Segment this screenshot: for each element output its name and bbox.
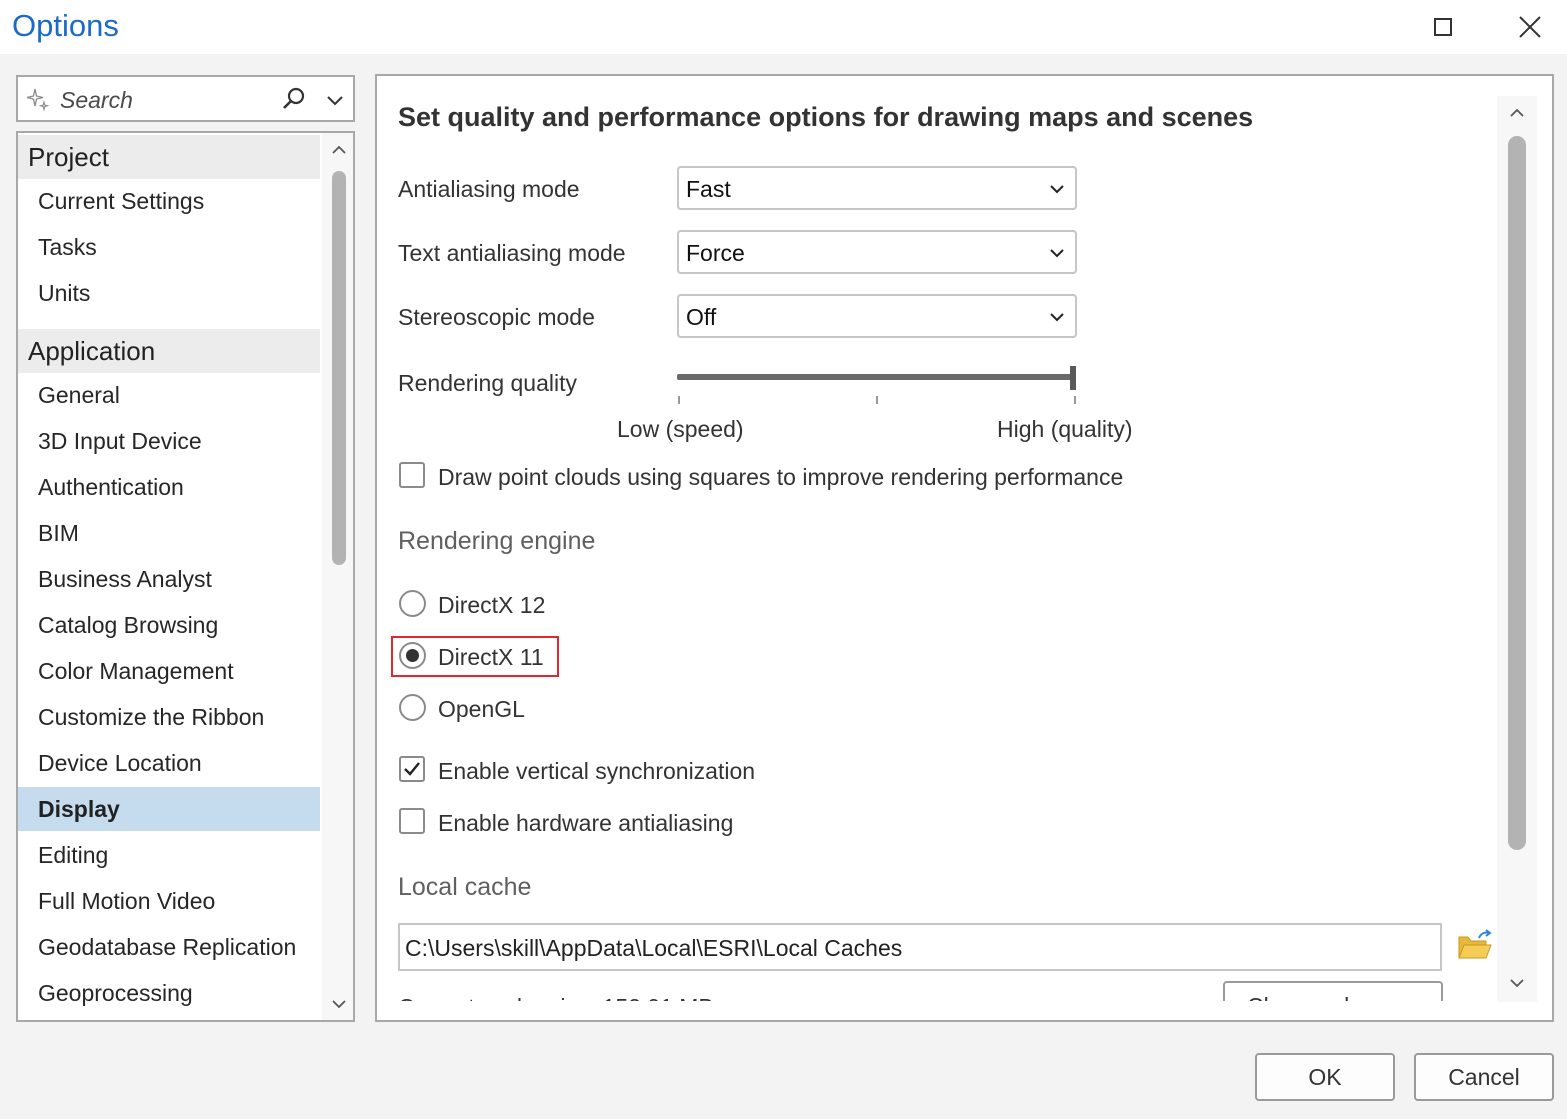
nav-item-geoprocessing[interactable]: Geoprocessing	[18, 971, 320, 1015]
slider-high-label: High (quality)	[997, 416, 1133, 442]
text-antialiasing-mode-value: Force	[686, 240, 745, 266]
nav-item-catalog-browsing[interactable]: Catalog Browsing	[18, 603, 320, 647]
nav-item-authentication[interactable]: Authentication	[18, 465, 320, 509]
nav-group-project[interactable]: Project	[18, 135, 320, 179]
nav-item-tasks[interactable]: Tasks	[18, 225, 320, 269]
scroll-clip	[377, 1001, 1497, 1020]
directx-12-label[interactable]: DirectX 12	[438, 592, 545, 619]
chevron-down-icon	[1050, 185, 1064, 194]
radio-directx-12[interactable]	[399, 590, 426, 617]
chevron-down-icon	[1050, 249, 1064, 258]
nav-item-color-management[interactable]: Color Management	[18, 649, 320, 693]
nav-item-general[interactable]: General	[18, 373, 320, 417]
slider-tick	[678, 396, 680, 404]
point-clouds-checkbox[interactable]	[399, 462, 425, 488]
close-icon	[1519, 16, 1541, 38]
nav-item-3d-input-device[interactable]: 3D Input Device	[18, 419, 320, 463]
vsync-label[interactable]: Enable vertical synchronization	[438, 758, 755, 785]
ok-button[interactable]: OK	[1255, 1053, 1395, 1101]
antialiasing-mode-value: Fast	[686, 176, 731, 202]
stereoscopic-mode-dropdown[interactable]: Off	[677, 294, 1077, 338]
hw-antialiasing-checkbox[interactable]	[399, 808, 425, 834]
nav-item-full-motion-video[interactable]: Full Motion Video	[18, 879, 320, 923]
chevron-up-icon[interactable]	[1506, 102, 1528, 124]
rendering-engine-heading: Rendering engine	[398, 527, 596, 555]
search-box[interactable]: Search	[16, 75, 355, 122]
nav-item-geodatabase-replication[interactable]: Geodatabase Replication	[18, 925, 320, 969]
local-cache-path: C:\Users\skill\AppData\Local\ESRI\Local …	[405, 935, 903, 961]
slider-low-label: Low (speed)	[617, 416, 744, 442]
checkmark-icon	[404, 762, 420, 776]
nav-scrollbar[interactable]	[322, 133, 353, 1020]
text-antialiasing-mode-dropdown[interactable]: Force	[677, 230, 1077, 274]
stereoscopic-mode-value: Off	[686, 304, 717, 330]
dialog-title: Options	[12, 8, 119, 43]
text-antialiasing-mode-label: Text antialiasing mode	[398, 240, 626, 266]
nav-item-business-analyst[interactable]: Business Analyst	[18, 557, 320, 601]
antialiasing-mode-dropdown[interactable]: Fast	[677, 166, 1077, 210]
slider-tick	[876, 396, 878, 404]
nav-item-device-location[interactable]: Device Location	[18, 741, 320, 785]
antialiasing-mode-label: Antialiasing mode	[398, 176, 580, 202]
maximize-button[interactable]	[1403, 0, 1483, 54]
directx-11-label[interactable]: DirectX 11	[438, 644, 544, 671]
slider-tick	[1074, 396, 1076, 404]
nav-item-editing[interactable]: Editing	[18, 833, 320, 877]
radio-directx-11[interactable]	[399, 642, 426, 669]
sparkle-icon	[26, 88, 50, 112]
chevron-down-icon[interactable]	[328, 993, 350, 1015]
title-bar: Options	[0, 0, 1567, 54]
rendering-quality-slider[interactable]	[677, 374, 1075, 380]
folder-open-icon[interactable]	[1457, 929, 1493, 961]
nav-item-customize-ribbon[interactable]: Customize the Ribbon	[18, 695, 320, 739]
local-cache-path-field[interactable]: C:\Users\skill\AppData\Local\ESRI\Local …	[398, 923, 1442, 971]
hw-antialiasing-label[interactable]: Enable hardware antialiasing	[438, 810, 733, 837]
opengl-label[interactable]: OpenGL	[438, 696, 525, 723]
display-options-panel: Set quality and performance options for …	[375, 74, 1554, 1022]
nav-item-current-settings[interactable]: Current Settings	[18, 179, 320, 223]
panel-scrollbar[interactable]	[1497, 96, 1537, 1002]
nav-scrollbar-thumb[interactable]	[332, 171, 346, 565]
chevron-up-icon[interactable]	[328, 139, 350, 161]
maximize-icon	[1434, 18, 1452, 36]
chevron-down-icon[interactable]	[1506, 972, 1528, 994]
panel-scrollbar-thumb[interactable]	[1508, 136, 1526, 850]
nav-item-display[interactable]: Display	[18, 787, 320, 831]
nav-item-bim[interactable]: BIM	[18, 511, 320, 555]
search-input[interactable]: Search	[60, 87, 133, 114]
vsync-checkbox[interactable]	[399, 756, 425, 782]
stereoscopic-mode-label: Stereoscopic mode	[398, 304, 595, 330]
chevron-down-icon[interactable]	[324, 89, 346, 111]
nav-item-units[interactable]: Units	[18, 271, 320, 315]
rendering-quality-slider-thumb[interactable]	[1070, 366, 1076, 390]
rendering-quality-label: Rendering quality	[398, 370, 578, 396]
panel-heading: Set quality and performance options for …	[398, 102, 1254, 132]
point-clouds-label[interactable]: Draw point clouds using squares to impro…	[438, 464, 1123, 491]
cancel-button[interactable]: Cancel	[1414, 1053, 1554, 1101]
local-cache-heading: Local cache	[398, 873, 532, 901]
radio-opengl[interactable]	[399, 694, 426, 721]
close-button[interactable]	[1490, 0, 1567, 54]
search-icon[interactable]	[280, 85, 308, 113]
chevron-down-icon	[1050, 313, 1064, 322]
radio-selected-dot	[406, 649, 419, 662]
nav-group-application[interactable]: Application	[18, 329, 320, 373]
options-nav: Project Current Settings Tasks Units App…	[16, 131, 355, 1022]
